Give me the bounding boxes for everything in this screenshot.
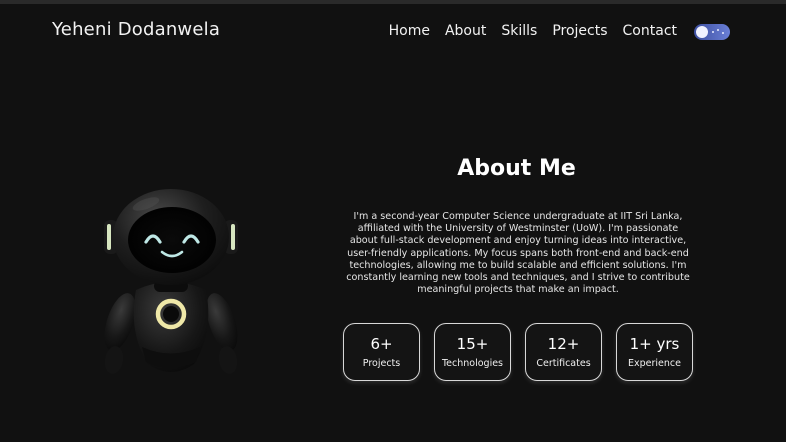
about-description: I'm a second-year Computer Science under…: [346, 211, 690, 296]
stat-label: Experience: [628, 358, 681, 369]
main-nav: Home About Skills Projects Contact: [389, 23, 677, 39]
about-title: About Me: [457, 156, 576, 181]
stat-value: 12+: [547, 335, 580, 353]
stat-label: Projects: [362, 358, 401, 369]
stat-label: Certificates: [536, 358, 591, 369]
stat-card-experience: 1+ yrs Experience: [616, 323, 693, 381]
stat-value: 15+: [456, 335, 489, 353]
nav-home-link[interactable]: Home: [389, 23, 430, 39]
nav-about-link[interactable]: About: [445, 23, 486, 39]
stats-row: 6+ Projects 15+ Technologies 12+ Certifi…: [343, 323, 693, 381]
stat-card-certificates: 12+ Certificates: [525, 323, 602, 381]
nav-contact-link[interactable]: Contact: [623, 23, 677, 39]
stars-icon: [712, 29, 726, 35]
stat-value: 1+ yrs: [629, 335, 680, 353]
nav-skills-link[interactable]: Skills: [501, 23, 537, 39]
stat-card-projects: 6+ Projects: [343, 323, 420, 381]
toggle-knob: [696, 26, 708, 38]
stat-label: Technologies: [441, 358, 504, 369]
theme-toggle[interactable]: [694, 24, 730, 40]
top-border: [0, 0, 786, 4]
stat-value: 6+: [370, 335, 393, 353]
nav-projects-link[interactable]: Projects: [552, 23, 607, 39]
robot-illustration: [104, 189, 238, 374]
site-brand[interactable]: Yeheni Dodanwela: [52, 19, 220, 40]
stat-card-technologies: 15+ Technologies: [434, 323, 511, 381]
